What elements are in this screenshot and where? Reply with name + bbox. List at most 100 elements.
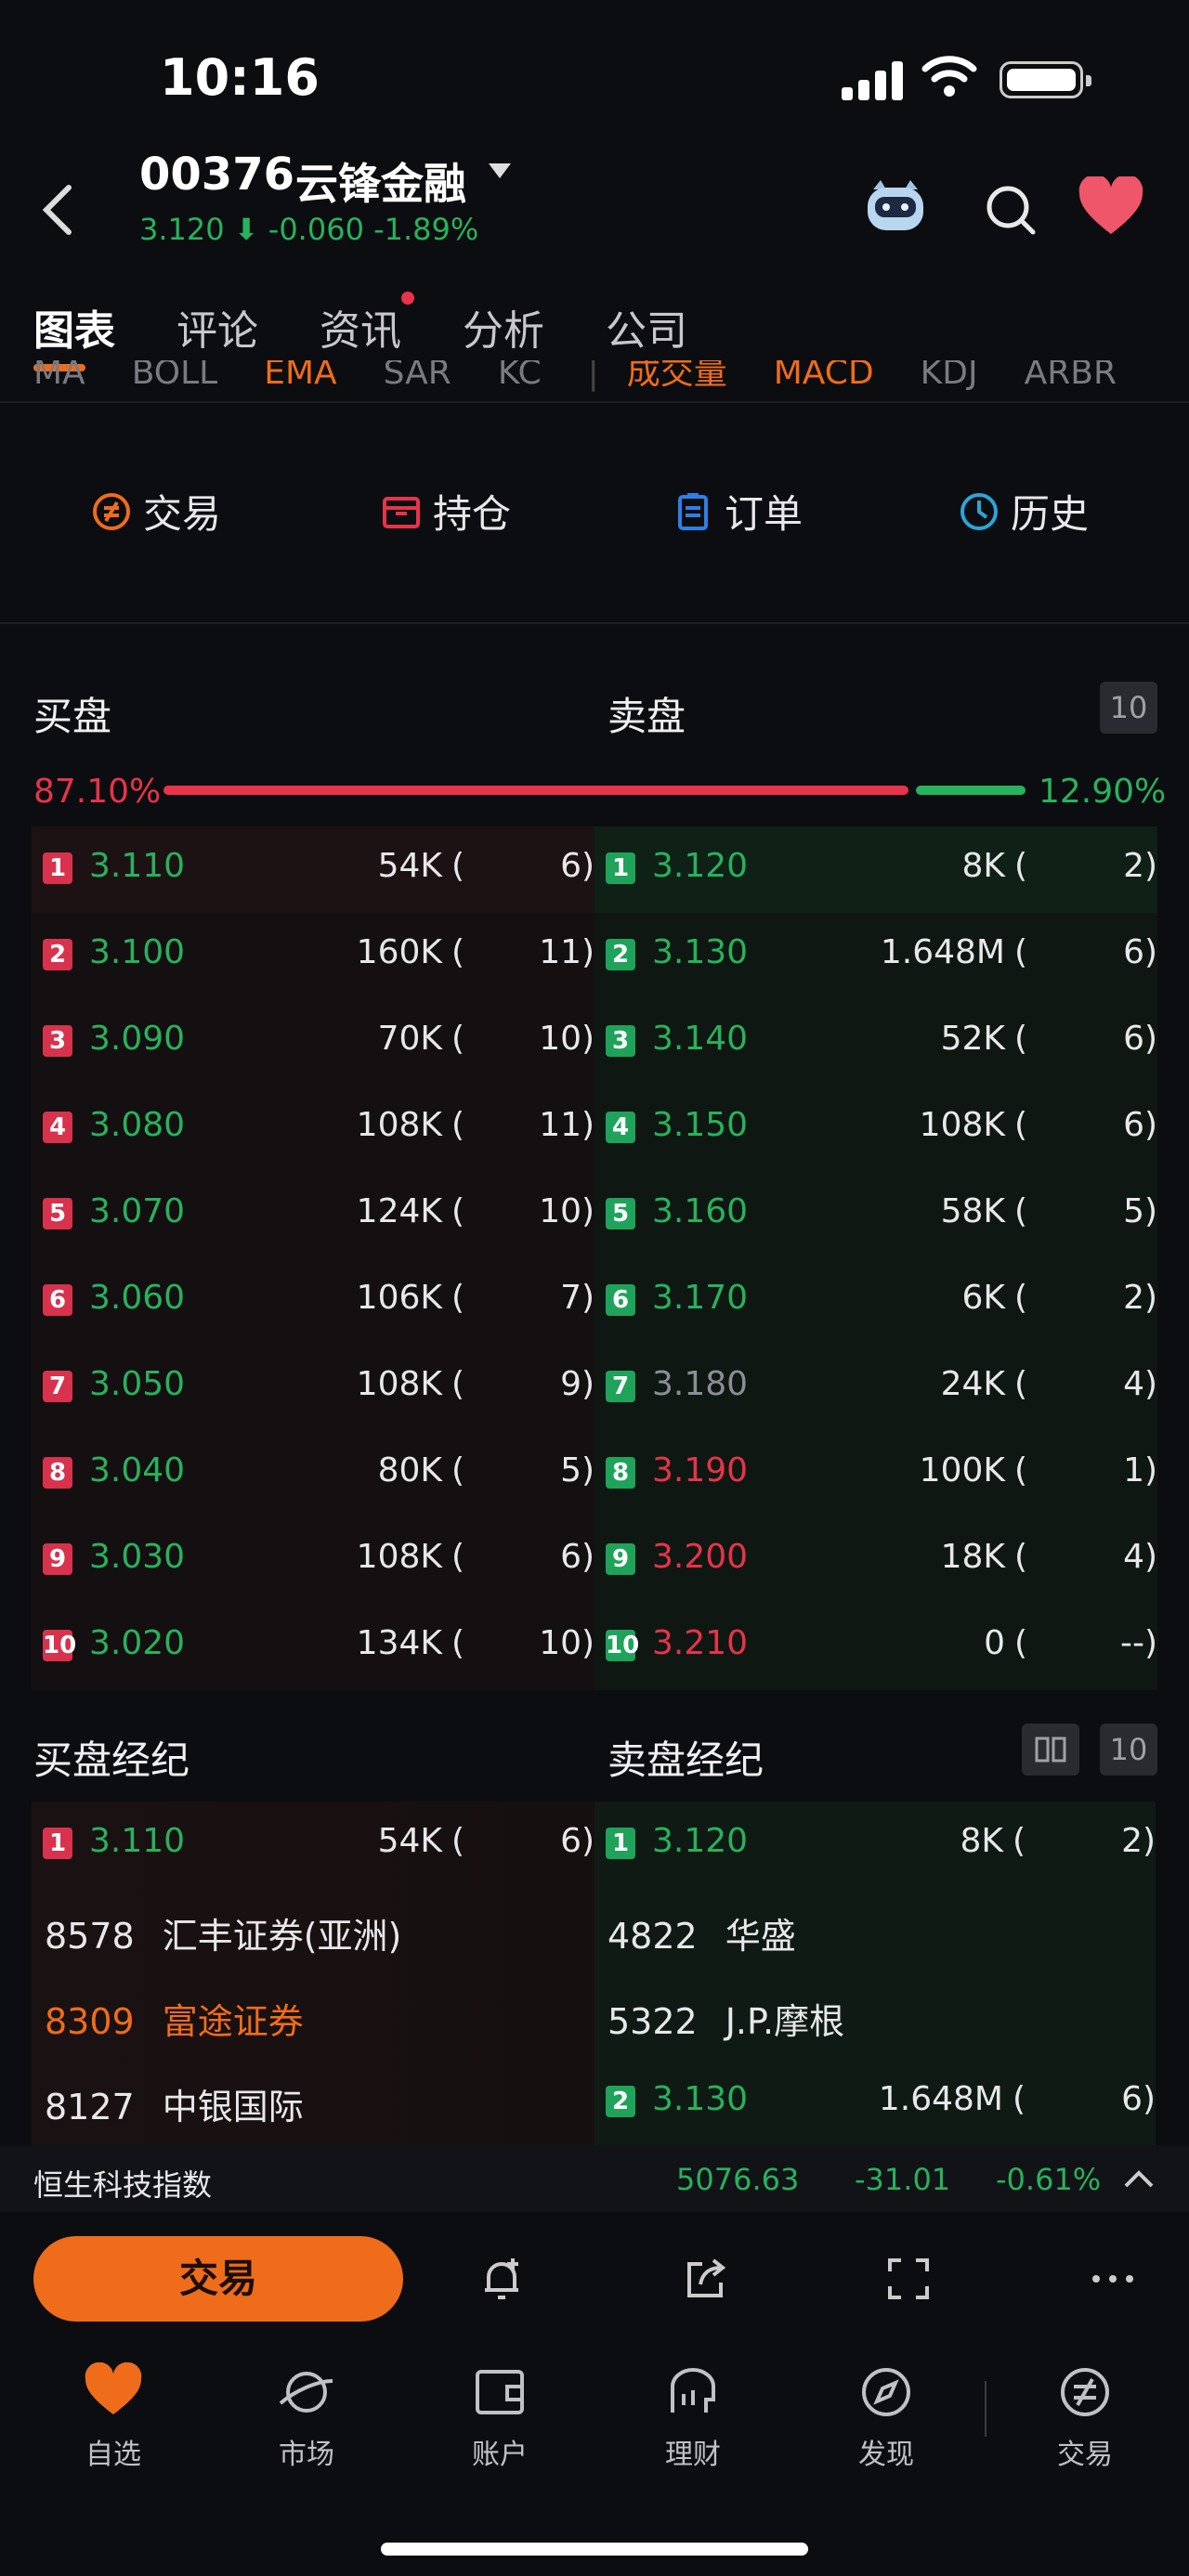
back-button[interactable] bbox=[35, 182, 80, 238]
index-change: -31.01 bbox=[855, 2162, 951, 2197]
more-icon[interactable] bbox=[1089, 2255, 1137, 2303]
paren-close: ) bbox=[1143, 933, 1157, 971]
alert-bell-icon[interactable] bbox=[477, 2255, 526, 2303]
level-volume: 58K bbox=[940, 1192, 1005, 1230]
ask-level[interactable]: 5 3.160 58K(5) bbox=[594, 1172, 1157, 1258]
indicator-macd[interactable]: MACD bbox=[774, 360, 874, 392]
broker-row[interactable]: 8578 汇丰证券(亚洲) bbox=[45, 1907, 401, 1958]
status-bar: 10:16 bbox=[0, 0, 1189, 149]
paren-open: ( bbox=[451, 1538, 464, 1576]
split-view-icon[interactable] bbox=[1022, 1724, 1079, 1776]
nav-discover[interactable]: 发现 bbox=[830, 2362, 942, 2472]
bid-level[interactable]: 3 3.090 70K(10) bbox=[32, 999, 594, 1086]
tab-company[interactable]: 公司 bbox=[606, 297, 687, 362]
trade-button[interactable]: 交易 bbox=[33, 2236, 403, 2322]
bid-level[interactable]: 1 3.110 54K(6) bbox=[32, 826, 594, 913]
ask-level[interactable]: 6 3.170 6K(2) bbox=[594, 1258, 1157, 1345]
level-price: 3.120 bbox=[652, 847, 749, 885]
index-ticker-bar[interactable]: 恒生科技指数 5076.63 -31.01 -0.61% bbox=[0, 2145, 1189, 2212]
indicator-boll[interactable]: BOLL bbox=[132, 360, 218, 392]
positions-button[interactable]: 持仓 bbox=[381, 483, 511, 540]
broker-row[interactable]: 5322 J.P.摩根 bbox=[608, 1993, 844, 2044]
ask-level[interactable]: 2 3.130 1.648M(6) bbox=[594, 913, 1157, 999]
history-button[interactable]: 历史 bbox=[959, 483, 1089, 540]
favorite-heart-icon[interactable] bbox=[1078, 176, 1144, 238]
chevron-up-icon[interactable] bbox=[1122, 2167, 1156, 2190]
bid-level[interactable]: 10 3.020 134K(10) bbox=[32, 1604, 594, 1690]
indicator-kdj[interactable]: KDJ bbox=[921, 360, 978, 392]
nav-wealth[interactable]: 理财 bbox=[637, 2362, 749, 2472]
level-volume: 108K bbox=[356, 1538, 442, 1576]
tab-comments[interactable]: 评论 bbox=[176, 297, 258, 362]
level-price: 3.090 bbox=[89, 1020, 186, 1058]
broker-row[interactable]: 8127 中银国际 bbox=[45, 2078, 304, 2129]
trade-action-button[interactable]: 交易 bbox=[91, 483, 221, 540]
indicator-kc[interactable]: KC bbox=[498, 360, 542, 392]
ask-level[interactable]: 8 3.190 100K(1) bbox=[594, 1431, 1157, 1517]
chevron-down-icon[interactable] bbox=[489, 163, 511, 178]
broker-depth-toggle[interactable]: 10 bbox=[1100, 1724, 1157, 1776]
stock-code[interactable]: 00376 bbox=[139, 149, 294, 201]
bid-level[interactable]: 6 3.060 106K(7) bbox=[32, 1258, 594, 1345]
bid-level[interactable]: 7 3.050 108K(9) bbox=[32, 1345, 594, 1431]
level-volume: 8K bbox=[960, 1822, 1003, 1860]
nav-market[interactable]: 市场 bbox=[251, 2362, 362, 2472]
indicator-sar[interactable]: SAR bbox=[384, 360, 451, 392]
nav-label: 账户 bbox=[472, 2439, 528, 2471]
indicator-ma[interactable]: MA bbox=[33, 360, 85, 392]
broker-row[interactable]: 8309 富途证券 bbox=[45, 1993, 304, 2044]
tab-news[interactable]: 资讯 bbox=[320, 292, 414, 362]
tab-chart[interactable]: 图表 bbox=[33, 297, 115, 371]
ask-level[interactable]: 7 3.180 24K(4) bbox=[594, 1345, 1157, 1431]
level-price: 3.070 bbox=[89, 1192, 186, 1230]
nav-trade[interactable]: 交易 bbox=[1029, 2362, 1141, 2472]
stock-name[interactable]: 云锋金融 bbox=[295, 150, 466, 212]
nav-label: 理财 bbox=[665, 2439, 721, 2471]
level-price: 3.080 bbox=[89, 1106, 186, 1144]
indicator-volume[interactable]: 成交量 bbox=[627, 360, 727, 394]
ask-level[interactable]: 3 3.140 52K(6) bbox=[594, 999, 1157, 1086]
ask-level[interactable]: 4 3.150 108K(6) bbox=[594, 1086, 1157, 1172]
orders-button[interactable]: 订单 bbox=[673, 483, 803, 540]
level-count: 7 bbox=[560, 1279, 581, 1317]
paren-close: ) bbox=[581, 1624, 594, 1662]
level-count: 5 bbox=[560, 1451, 581, 1490]
indicator-arbr[interactable]: ARBR bbox=[1025, 360, 1117, 392]
search-icon[interactable] bbox=[983, 182, 1039, 238]
paren-open: ( bbox=[1012, 1822, 1026, 1860]
share-icon[interactable] bbox=[682, 2255, 730, 2303]
indicator-ema[interactable]: EMA bbox=[264, 360, 336, 392]
paren-close: ) bbox=[581, 847, 594, 885]
bid-level[interactable]: 4 3.080 108K(11) bbox=[32, 1086, 594, 1172]
ask-level[interactable]: 1 3.120 8K(2) bbox=[594, 826, 1157, 913]
ask-level[interactable]: 10 3.210 0(--) bbox=[594, 1604, 1157, 1690]
level-badge: 10 bbox=[43, 1630, 77, 1661]
bid-level[interactable]: 8 3.040 80K(5) bbox=[32, 1431, 594, 1517]
paren-open: ( bbox=[1013, 1451, 1027, 1490]
fullscreen-icon[interactable] bbox=[884, 2255, 933, 2303]
depth-toggle[interactable]: 10 bbox=[1100, 682, 1157, 734]
nav-watchlist[interactable]: 自选 bbox=[58, 2361, 169, 2472]
nav-account[interactable]: 账户 bbox=[444, 2362, 555, 2472]
robot-assistant-icon[interactable] bbox=[862, 176, 929, 236]
paren-close: ) bbox=[1143, 1020, 1157, 1058]
ask-broker-level[interactable]: 2 3.130 1.648M ( 6 ) bbox=[594, 2060, 1156, 2146]
level-count: 2 bbox=[1123, 847, 1144, 885]
bid-level[interactable]: 2 3.100 160K(11) bbox=[32, 913, 594, 999]
order-book-row: 7 3.050 108K(9) 7 3.180 24K(4) bbox=[32, 1345, 1157, 1431]
bid-level[interactable]: 5 3.070 124K(10) bbox=[32, 1172, 594, 1258]
broker-row[interactable]: 4822 华盛 bbox=[608, 1907, 796, 1958]
ask-broker-level[interactable]: 1 3.120 8K ( 2 ) bbox=[594, 1802, 1156, 1888]
tab-analysis[interactable]: 分析 bbox=[463, 297, 544, 362]
bid-broker-level[interactable]: 1 3.110 54K ( 6 ) bbox=[32, 1802, 594, 1888]
level-count: 1 bbox=[1123, 1451, 1144, 1490]
bid-title: 买盘 bbox=[33, 694, 112, 739]
paren-open: ( bbox=[451, 1106, 464, 1144]
home-indicator[interactable] bbox=[381, 2543, 808, 2556]
paren-open: ( bbox=[451, 1279, 464, 1317]
level-volume: 24K bbox=[940, 1365, 1005, 1403]
bid-level[interactable]: 9 3.030 108K(6) bbox=[32, 1517, 594, 1604]
level-price: 3.030 bbox=[89, 1538, 186, 1576]
ask-level[interactable]: 9 3.200 18K(4) bbox=[594, 1517, 1157, 1604]
level-price: 3.150 bbox=[652, 1106, 749, 1144]
